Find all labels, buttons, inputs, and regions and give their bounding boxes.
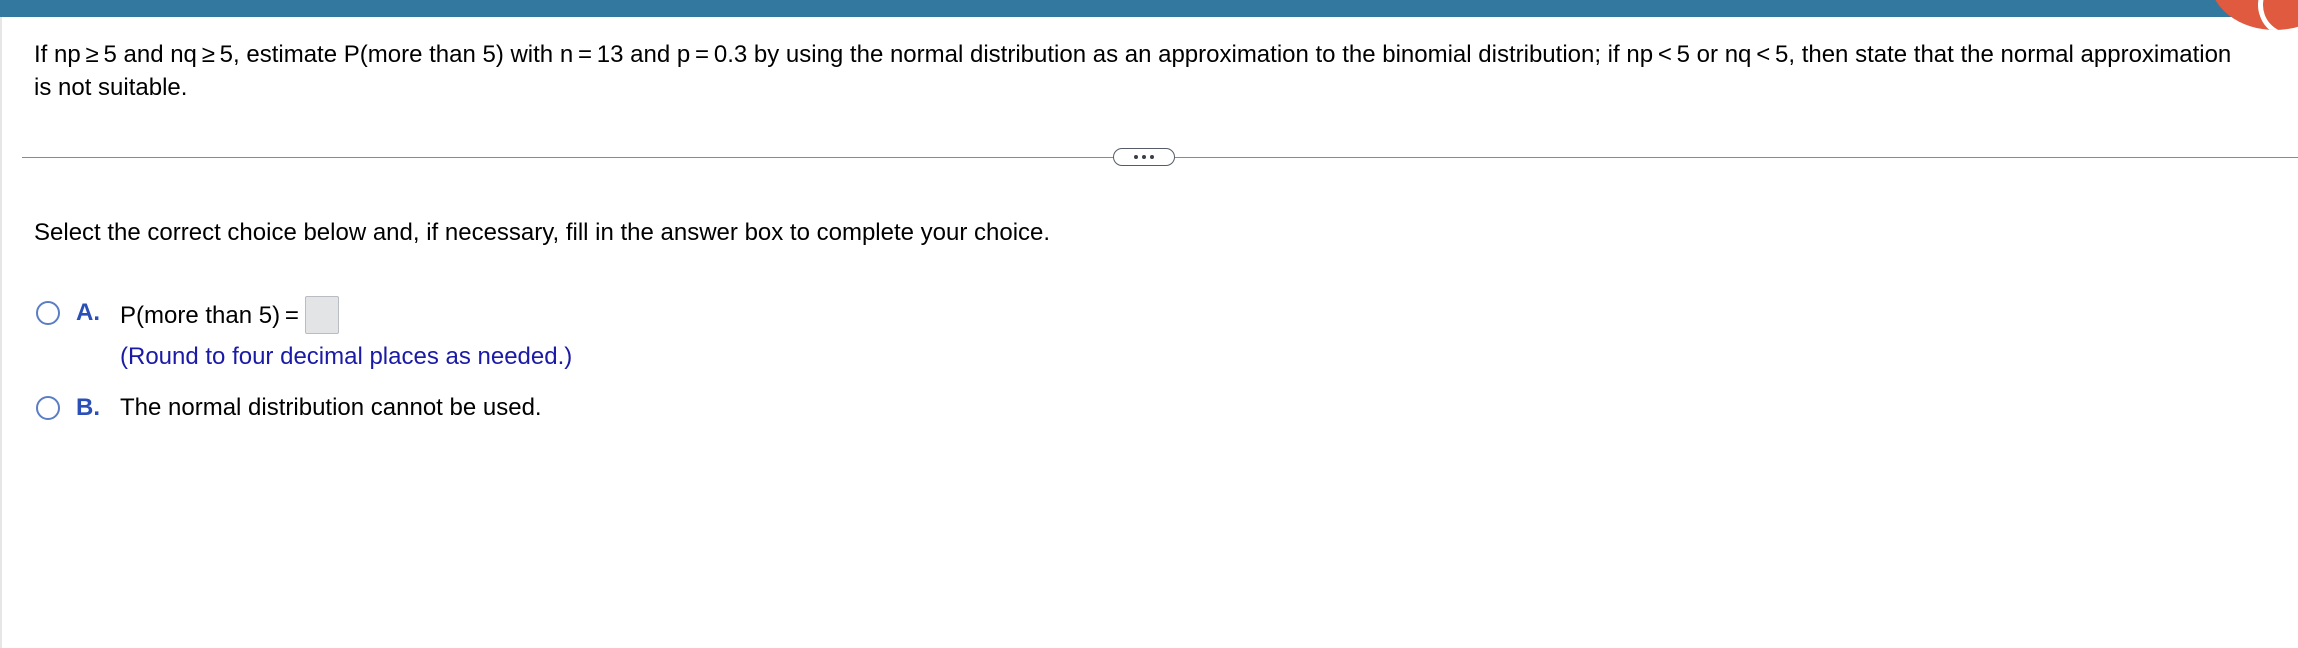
rounding-hint: (Round to four decimal places as needed.… xyxy=(120,343,573,370)
expand-question-button[interactable] xyxy=(1113,148,1175,166)
left-border xyxy=(0,17,2,648)
choice-b-letter: B. xyxy=(76,394,100,421)
choice-a-label: P(more than 5) = xyxy=(120,301,299,329)
choice-a-body: P(more than 5) = (Round to four decimal … xyxy=(120,296,572,373)
choice-a-row: P(more than 5) = xyxy=(120,296,572,334)
choice-a[interactable]: A. P(more than 5) = (Round to four decim… xyxy=(36,296,572,373)
choice-a-letter: A. xyxy=(76,299,100,326)
choice-b-label: The normal distribution cannot be used. xyxy=(120,394,542,421)
circular-arrow-icon xyxy=(2248,0,2298,30)
choice-a-radio[interactable] xyxy=(36,301,60,325)
ellipsis-dot xyxy=(1142,155,1146,159)
choice-b-radio[interactable] xyxy=(36,396,60,420)
top-header-bar xyxy=(0,0,2298,17)
ellipsis-dot xyxy=(1150,155,1154,159)
answer-input[interactable] xyxy=(304,296,339,334)
question-prompt: If np ≥ 5 and nq ≥ 5, estimate P(more th… xyxy=(34,41,2232,101)
instruction-text: Select the correct choice below and, if … xyxy=(34,219,1051,246)
choice-b[interactable]: B. The normal distribution cannot be use… xyxy=(36,391,542,424)
question-page: If np ≥ 5 and nq ≥ 5, estimate P(more th… xyxy=(0,0,2298,648)
ellipsis-icon xyxy=(1134,155,1138,159)
